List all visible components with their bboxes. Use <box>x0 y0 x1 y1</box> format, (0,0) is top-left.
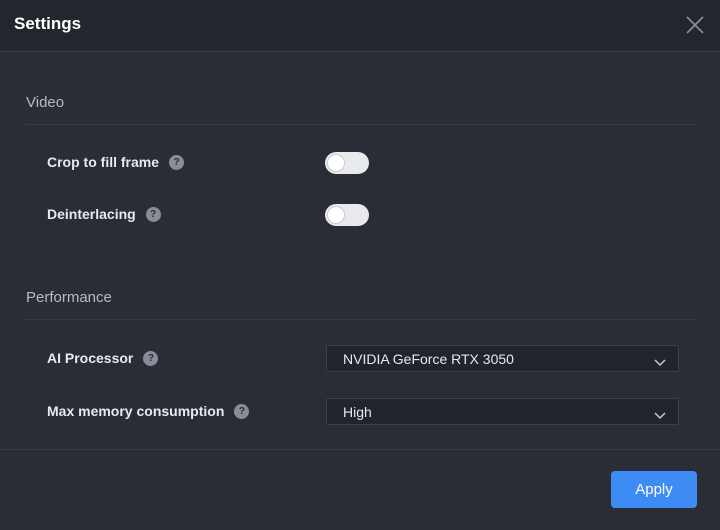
crop-to-fill-label: Crop to fill frame <box>47 154 160 170</box>
help-icon[interactable]: ? <box>234 403 250 419</box>
help-icon[interactable]: ? <box>145 206 161 222</box>
section-title-video: Video <box>26 94 65 111</box>
deinterlacing-toggle[interactable] <box>325 204 369 226</box>
max-memory-label: Max memory consumption <box>47 403 225 419</box>
deinterlacing-row: Deinterlacing ? <box>47 206 161 222</box>
section-title-performance: Performance <box>26 289 112 306</box>
dialog-header: Settings <box>0 0 720 52</box>
section-divider <box>26 319 696 320</box>
max-memory-row: Max memory consumption ? <box>47 403 250 419</box>
toggle-knob <box>328 155 344 171</box>
help-icon[interactable]: ? <box>169 154 185 170</box>
ai-processor-select[interactable]: NVIDIA GeForce RTX 3050 <box>326 345 679 372</box>
ai-processor-value: NVIDIA GeForce RTX 3050 <box>343 351 514 367</box>
crop-to-fill-toggle[interactable] <box>325 152 369 174</box>
crop-to-fill-row: Crop to fill frame ? <box>47 154 185 170</box>
max-memory-value: High <box>343 404 372 420</box>
help-icon[interactable]: ? <box>143 350 159 366</box>
ai-processor-label: AI Processor <box>47 350 134 366</box>
chevron-down-icon <box>654 407 666 425</box>
dialog-title: Settings <box>14 14 82 33</box>
footer-divider <box>0 449 720 450</box>
chevron-down-icon <box>654 354 666 372</box>
close-icon[interactable] <box>684 14 706 36</box>
deinterlacing-label: Deinterlacing <box>47 206 136 222</box>
apply-button[interactable]: Apply <box>611 471 697 508</box>
settings-dialog: Settings Video Crop to fill frame ? Dein… <box>0 0 720 530</box>
toggle-knob <box>328 207 344 223</box>
section-divider <box>26 124 696 125</box>
ai-processor-row: AI Processor ? <box>47 350 159 366</box>
max-memory-select[interactable]: High <box>326 398 679 425</box>
